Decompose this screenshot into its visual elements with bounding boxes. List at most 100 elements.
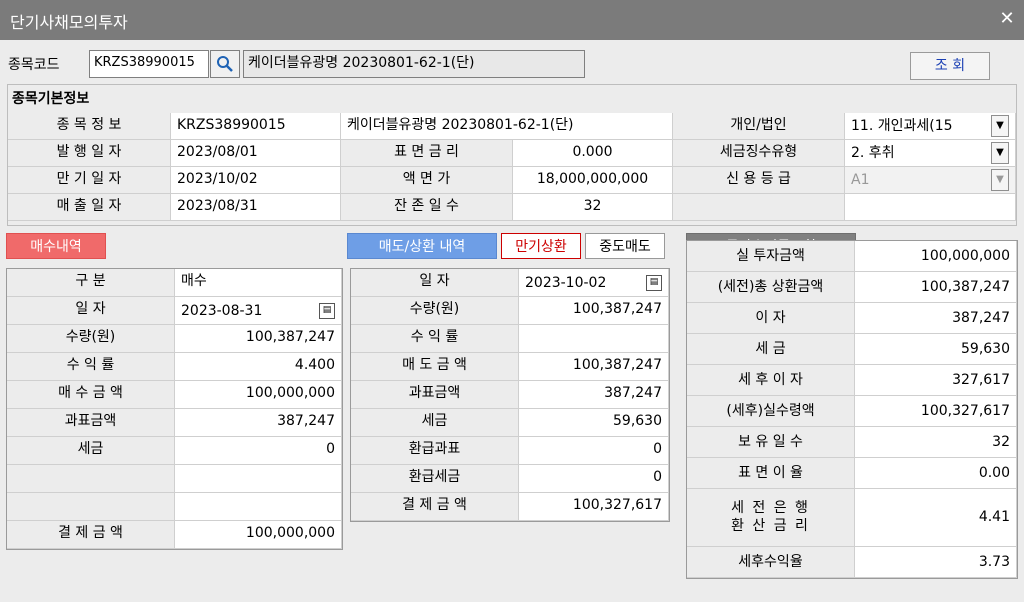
sell-value-refund-tax: 0 xyxy=(519,465,669,493)
yield-label-holding-days: 보 유 일 수 xyxy=(687,427,855,458)
sell-value-settlement: 100,327,617 xyxy=(519,493,669,521)
credit-rating-select[interactable]: A1 ▼ xyxy=(845,167,1016,194)
item-name-field: 케이더블유광명 20230801-62-1(단) xyxy=(243,50,585,78)
buy-value-amount: 100,000,000 xyxy=(175,381,342,409)
basic-info-header: 종목기본정보 xyxy=(12,91,90,107)
chevron-down-icon[interactable]: ▼ xyxy=(991,142,1009,164)
credit-rating-value: A1 xyxy=(851,172,870,188)
sell-label-settlement: 결 제 금 액 xyxy=(351,493,519,521)
buy-label-tax: 세금 xyxy=(7,437,175,465)
buy-date-field[interactable]: 2023-08-31 ▤ xyxy=(175,297,342,325)
yield-value-total-redemption: 100,387,247 xyxy=(855,272,1017,303)
yield-label-total-redemption: (세전)총 상환금액 xyxy=(687,272,855,303)
sell-value-tax: 59,630 xyxy=(519,409,669,437)
label-tax-type: 세금징수유형 xyxy=(673,140,845,167)
empty-label xyxy=(673,194,845,221)
sell-label-refund-base: 환급과표 xyxy=(351,437,519,465)
yield-value-bank-equivalent: 4.41 xyxy=(855,489,1017,547)
buy-label-taxbase: 과표금액 xyxy=(7,409,175,437)
sell-value-yield xyxy=(519,325,669,353)
sell-label-date: 일 자 xyxy=(351,269,519,297)
yield-value-coupon: 0.00 xyxy=(855,458,1017,489)
label-item-info: 종 목 정 보 xyxy=(8,113,171,140)
label-face-value: 액 면 가 xyxy=(341,167,513,194)
sell-label-refund-tax: 환급세금 xyxy=(351,465,519,493)
buy-value-date: 2023-08-31 xyxy=(181,302,263,319)
sell-label-amount: 매 도 금 액 xyxy=(351,353,519,381)
label-coupon-rate: 표 면 금 리 xyxy=(341,140,513,167)
yield-label-coupon: 표 면 이 율 xyxy=(687,458,855,489)
basic-info-grid: 종 목 정 보 KRZS38990015 케이더블유광명 20230801-62… xyxy=(8,113,1016,221)
yield-value-investment: 100,000,000 xyxy=(855,241,1017,272)
yield-value-after-tax-interest: 327,617 xyxy=(855,365,1017,396)
yield-table: 실 투자금액 100,000,000 (세전)총 상환금액 100,387,24… xyxy=(686,240,1018,579)
buy-value-settlement: 100,000,000 xyxy=(175,521,342,549)
yield-value-tax: 59,630 xyxy=(855,334,1017,365)
buy-value-yield: 4.400 xyxy=(175,353,342,381)
sell-value-date: 2023-10-02 xyxy=(525,274,607,291)
label-credit-rating: 신 용 등 급 xyxy=(673,167,845,194)
sell-date-field[interactable]: 2023-10-02 ▤ xyxy=(519,269,669,297)
item-code-value: KRZS38990015 xyxy=(171,113,341,140)
sell-value-taxbase: 387,247 xyxy=(519,381,669,409)
tax-type-value: 2. 후취 xyxy=(851,145,895,161)
item-name-value: 케이더블유광명 20230801-62-1(단) xyxy=(341,113,673,140)
sell-redemption-tab[interactable]: 매도/상환 내역 xyxy=(347,233,497,259)
sell-label-yield: 수 익 률 xyxy=(351,325,519,353)
label-issue-date: 발 행 일 자 xyxy=(8,140,171,167)
label-remaining-days: 잔 존 일 수 xyxy=(341,194,513,221)
yield-label-net-receipt: (세후)실수령액 xyxy=(687,396,855,427)
search-button[interactable] xyxy=(210,50,240,78)
calendar-icon[interactable]: ▤ xyxy=(319,302,335,319)
yield-label-investment: 실 투자금액 xyxy=(687,241,855,272)
sell-label-tax: 세금 xyxy=(351,409,519,437)
buy-value-tax: 0 xyxy=(175,437,342,465)
code-input[interactable]: KRZS38990015 xyxy=(89,50,209,78)
person-corp-select[interactable]: 11. 개인과세(15 ▼ xyxy=(845,113,1016,140)
buy-label-category: 구 분 xyxy=(7,269,175,297)
yield-value-holding-days: 32 xyxy=(855,427,1017,458)
buy-label-date: 일 자 xyxy=(7,297,175,325)
close-icon[interactable]: ✕ xyxy=(996,8,1018,30)
maturity-date-value: 2023/10/02 xyxy=(171,167,341,194)
sell-label-quantity: 수량(원) xyxy=(351,297,519,325)
sale-date-value: 2023/08/31 xyxy=(171,194,341,221)
title-bar: 단기사채모의투자 ✕ xyxy=(0,0,1024,40)
label-sale-date: 매 출 일 자 xyxy=(8,194,171,221)
face-value-value: 18,000,000,000 xyxy=(513,167,673,194)
buy-label-empty2 xyxy=(7,493,175,521)
sell-value-amount: 100,387,247 xyxy=(519,353,669,381)
buy-value-empty1 xyxy=(175,465,342,493)
chevron-down-icon[interactable]: ▼ xyxy=(991,115,1009,137)
label-person-corp: 개인/법인 xyxy=(673,113,845,140)
lookup-button[interactable]: 조 회 xyxy=(910,52,990,80)
sell-value-quantity: 100,387,247 xyxy=(519,297,669,325)
buy-value-quantity: 100,387,247 xyxy=(175,325,342,353)
search-icon xyxy=(217,56,233,72)
mid-sell-button[interactable]: 중도매도 xyxy=(585,233,665,259)
yield-label-bank-equivalent: 세 전 은 행 환 산 금 리 xyxy=(687,489,855,547)
yield-label-tax: 세 금 xyxy=(687,334,855,365)
buy-value-taxbase: 387,247 xyxy=(175,409,342,437)
buy-history-tab[interactable]: 매수내역 xyxy=(6,233,106,259)
empty-value xyxy=(845,194,1016,221)
yield-label-after-tax-yield: 세후수익율 xyxy=(687,547,855,578)
person-corp-value: 11. 개인과세(15 xyxy=(851,118,953,134)
sell-table: 일 자 2023-10-02 ▤ 수량(원) 100,387,247 수 익 률 … xyxy=(350,268,670,522)
tax-type-select[interactable]: 2. 후취 ▼ xyxy=(845,140,1016,167)
calendar-icon[interactable]: ▤ xyxy=(646,274,662,291)
window-title: 단기사채모의투자 xyxy=(10,13,128,32)
chevron-down-icon[interactable]: ▼ xyxy=(991,169,1009,191)
yield-value-net-receipt: 100,327,617 xyxy=(855,396,1017,427)
maturity-redemption-button[interactable]: 만기상환 xyxy=(501,233,581,259)
sell-label-taxbase: 과표금액 xyxy=(351,381,519,409)
buy-label-settlement: 결 제 금 액 xyxy=(7,521,175,549)
coupon-rate-value: 0.000 xyxy=(513,140,673,167)
yield-value-after-tax-yield: 3.73 xyxy=(855,547,1017,578)
buy-label-empty1 xyxy=(7,465,175,493)
issue-date-value: 2023/08/01 xyxy=(171,140,341,167)
sell-value-refund-base: 0 xyxy=(519,437,669,465)
buy-label-quantity: 수량(원) xyxy=(7,325,175,353)
buy-label-yield: 수 익 률 xyxy=(7,353,175,381)
label-maturity-date: 만 기 일 자 xyxy=(8,167,171,194)
